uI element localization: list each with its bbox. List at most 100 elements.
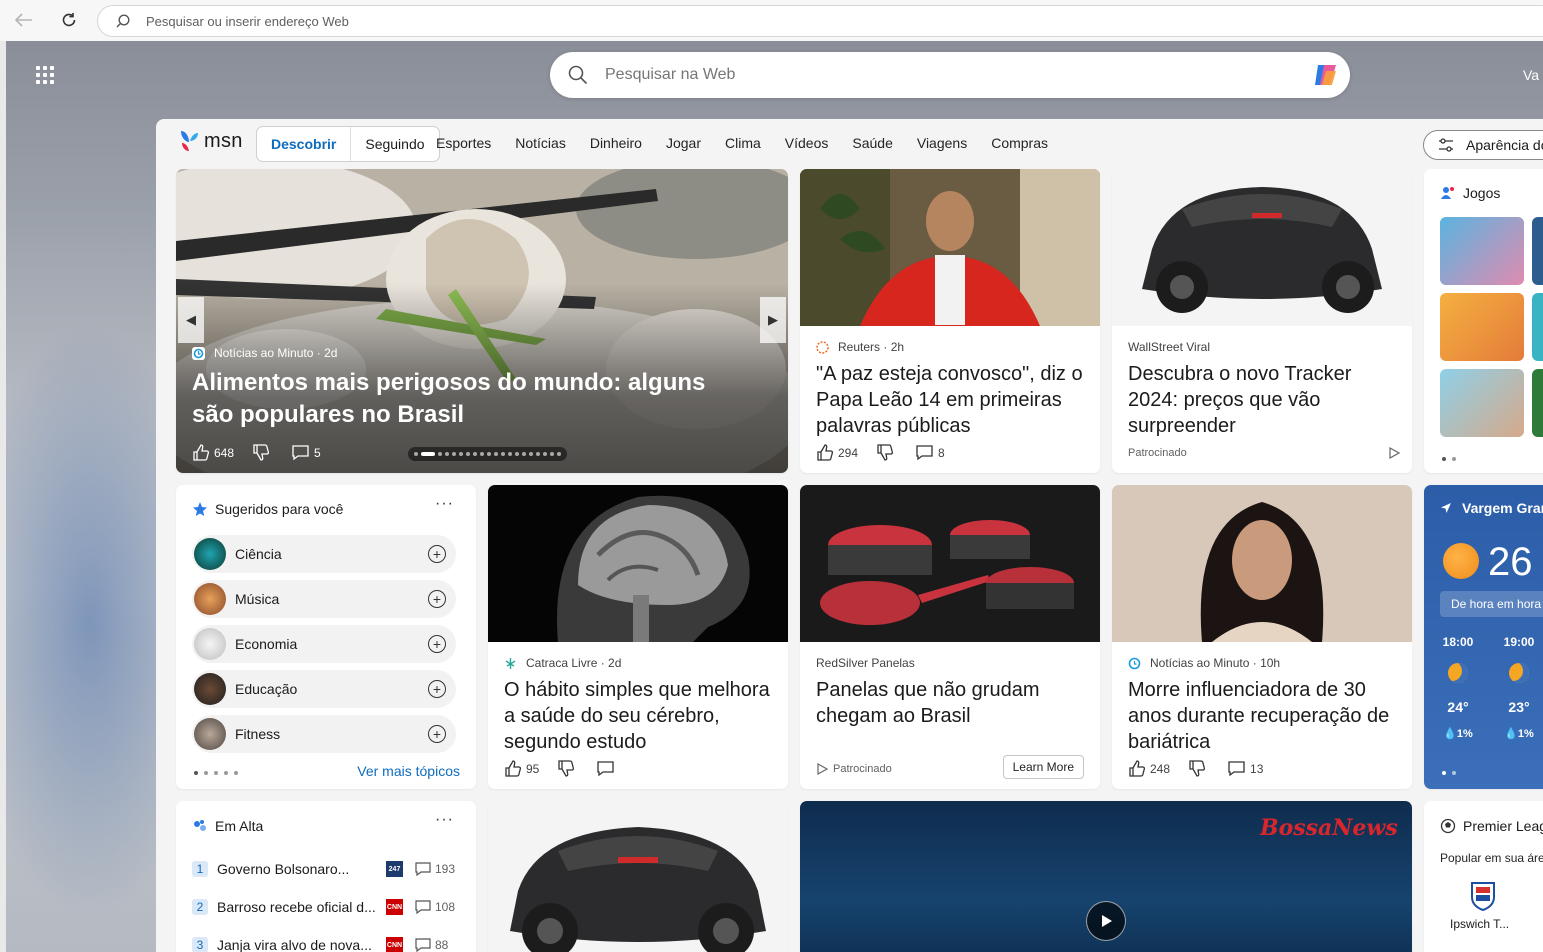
nav-jogar[interactable]: Jogar [666,135,701,151]
appearance-button[interactable]: Aparência do [1423,130,1543,160]
news-minute-logo-icon [192,346,205,360]
video-card[interactable]: BossaNews [800,801,1412,952]
ad-card-pans[interactable]: RedSilver Panelas Panelas que não grudam… [800,485,1100,789]
address-bar[interactable]: Pesquisar ou inserir endereço Web [97,5,1543,37]
dislike-button[interactable] [252,444,274,461]
trending-item[interactable]: 1 Governo Bolsonaro... 247 193 [192,859,460,879]
ad-choices-icon[interactable] [816,763,828,775]
add-topic-icon[interactable]: + [428,545,446,563]
pope-source-name: Reuters [838,340,881,354]
play-button[interactable] [1086,901,1126,941]
brain-age: · 2d [600,656,622,670]
hero-title[interactable]: Alimentos mais perigosos do mundo: algun… [192,367,752,431]
dislike-button[interactable] [876,444,898,461]
comment-button[interactable]: 8 [916,444,945,461]
topic-avatar [194,628,226,660]
pope-title[interactable]: "A paz esteja convosco", diz o Papa Leão… [816,361,1086,439]
game-tile-makeup[interactable] [1440,217,1524,285]
web-search-box[interactable]: Pesquisar na Web [550,52,1350,98]
topic-label: Música [235,591,280,607]
nav-videos[interactable]: Vídeos [785,135,829,151]
game-tile-family[interactable] [1440,293,1524,361]
sponsored-text: Patrocinado [833,763,892,775]
trending-item[interactable]: 3 Janja vira alvo de nova... CNN 88 [192,935,460,952]
pans-title[interactable]: Panelas que não grudam chegam ao Brasil [816,677,1086,729]
add-topic-icon[interactable]: + [428,635,446,653]
back-arrow-icon[interactable] [13,9,35,31]
trending-item[interactable]: 2 Barroso recebe oficial d... CNN 108 [192,897,460,917]
news-card-brain[interactable]: Catraca Livre · 2d O hábito simples que … [488,485,788,789]
ad-choices-icon[interactable] [1388,447,1400,459]
news-card-pope[interactable]: Reuters · 2h "A paz esteja convosco", di… [800,169,1100,473]
game-tile-hospital[interactable] [1440,369,1524,437]
pope-likes: 294 [838,445,859,460]
brain-source-name: Catraca Livre [526,656,598,670]
more-options-button[interactable]: ··· [435,811,454,829]
topic-fitness[interactable]: Fitness + [192,715,456,753]
game-tile-partial-1[interactable] [1532,217,1543,285]
nav-dinheiro[interactable]: Dinheiro [590,135,642,151]
like-button[interactable]: 248 [1128,760,1170,777]
msn-logo[interactable]: msn [177,129,243,153]
suggested-pager[interactable] [194,771,238,775]
ad-card-tracker[interactable]: WallStreet Viral Descubra o novo Tracker… [1112,169,1412,473]
influencer-title[interactable]: Morre influenciadora de 30 anos durante … [1128,677,1398,755]
hero-carousel-card[interactable]: ◀ ▶ Notícias ao Minuto · 2d Alimentos ma… [176,169,788,473]
reload-icon[interactable] [58,9,80,31]
influencer-card-body: Notícias ao Minuto · 10h Morre influenci… [1128,655,1398,755]
nav-viagens[interactable]: Viagens [917,135,967,151]
topic-avatar [194,718,226,750]
add-topic-icon[interactable]: + [428,590,446,608]
more-options-button[interactable]: ··· [435,495,454,513]
games-card: Jogos [1424,169,1543,473]
thumbs-up-icon [1129,760,1145,777]
ipswich-crest-icon [1471,882,1495,911]
influencer-likes: 248 [1150,761,1171,776]
comment-button[interactable]: 5 [292,444,321,461]
games-pager[interactable] [1442,457,1456,461]
pope-source: Reuters · 2h [816,339,1086,355]
like-button[interactable]: 648 [192,444,234,461]
dislike-button[interactable] [557,760,579,777]
add-topic-icon[interactable]: + [428,680,446,698]
thumbs-down-icon [558,760,575,777]
news-card-influencer[interactable]: Notícias ao Minuto · 10h Morre influenci… [1112,485,1412,789]
learn-more-button[interactable]: Learn More [1002,755,1084,779]
tab-seguindo[interactable]: Seguindo [351,127,438,161]
like-button[interactable]: 95 [504,760,539,777]
nav-saude[interactable]: Saúde [852,135,892,151]
nav-esportes[interactable]: Esportes [436,135,491,151]
apps-grid-icon[interactable] [36,66,54,84]
brain-title[interactable]: O hábito simples que melhora a saúde do … [504,677,774,755]
see-more-topics-link[interactable]: Ver mais tópicos [357,763,460,779]
tracker-title[interactable]: Descubra o novo Tracker 2024: preços que… [1128,361,1398,439]
topic-ciencia[interactable]: Ciência + [192,535,456,573]
nav-noticias[interactable]: Notícias [515,135,566,151]
weather-card[interactable]: Vargem Gran 26 De hora em hora 18:00 19:… [1424,485,1543,789]
weather-pager[interactable] [1442,771,1456,775]
game-tile-partial-3[interactable] [1532,369,1543,437]
dislike-button[interactable] [1188,760,1210,777]
comment-button[interactable] [597,760,619,777]
tab-descobrir[interactable]: Descobrir [257,127,352,161]
ad-card-suv[interactable] [488,801,788,952]
nav-compras[interactable]: Compras [991,135,1048,151]
game-tile-partial-2[interactable] [1532,293,1543,361]
topic-label: Ciência [235,546,282,562]
nav-clima[interactable]: Clima [725,135,761,151]
topic-musica[interactable]: Música + [192,580,456,618]
hourly-tab[interactable]: De hora em hora [1440,591,1543,617]
carousel-dots[interactable] [408,447,567,461]
topic-economia[interactable]: Economia + [192,625,456,663]
carousel-prev-button[interactable]: ◀ [178,297,204,343]
weather-location[interactable]: Vargem Gran [1440,500,1543,516]
carousel-next-button[interactable]: ▶ [760,297,786,343]
add-topic-icon[interactable]: + [428,725,446,743]
rank-badge: 2 [192,899,208,915]
games-title-text: Jogos [1463,185,1501,201]
topic-educacao[interactable]: Educação + [192,670,456,708]
team-tile[interactable]: Ipswich T... [1440,877,1543,952]
copilot-icon[interactable] [1312,62,1340,88]
comment-button[interactable]: 13 [1228,760,1263,777]
like-button[interactable]: 294 [816,444,858,461]
